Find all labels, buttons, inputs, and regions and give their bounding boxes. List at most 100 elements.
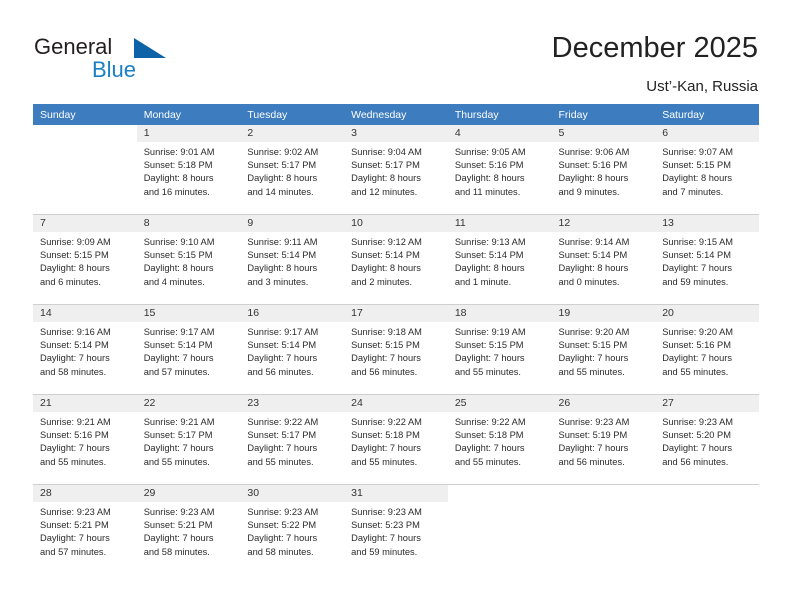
calendar-cell[interactable]: 22 Sunrise: 9:21 AM Sunset: 5:17 PM Dayl… [136, 394, 241, 485]
calendar-cell[interactable]: 8 Sunrise: 9:10 AM Sunset: 5:15 PM Dayli… [136, 214, 241, 305]
day-number: 30 [240, 485, 345, 502]
calendar-cell[interactable]: 28 Sunrise: 9:23 AM Sunset: 5:21 PM Dayl… [33, 484, 137, 574]
calendar-cell[interactable] [551, 484, 656, 574]
calendar-cell[interactable]: 5 Sunrise: 9:06 AM Sunset: 5:16 PM Dayli… [551, 125, 656, 215]
day-header-friday: Friday [551, 104, 656, 125]
day-cell-empty [655, 485, 759, 574]
sunrise-text: Sunrise: 9:22 AM [454, 417, 526, 427]
sunrise-text: Sunrise: 9:22 AM [351, 417, 422, 427]
day-number: 12 [551, 215, 656, 232]
day-cell: 8 Sunrise: 9:10 AM Sunset: 5:15 PM Dayli… [136, 215, 241, 304]
sunset-text: Sunset: 5:15 PM [454, 340, 524, 351]
calendar-cell[interactable]: 29 Sunrise: 9:23 AM Sunset: 5:21 PM Dayl… [136, 484, 241, 574]
calendar-cell[interactable]: 21 Sunrise: 9:21 AM Sunset: 5:16 PM Dayl… [33, 394, 137, 485]
daylight-text-line1: Daylight: 7 hours [40, 533, 110, 544]
sunrise-text: Sunrise: 9:22 AM [247, 417, 319, 427]
day-number: 27 [655, 395, 759, 412]
daylight-text-line2: and 56 minutes. [247, 366, 314, 377]
sunrise-text: Sunrise: 9:23 AM [558, 417, 630, 427]
calendar-cell[interactable] [33, 125, 137, 215]
daylight-text-line2: and 55 minutes. [351, 456, 418, 467]
calendar-cell[interactable]: 13 Sunrise: 9:15 AM Sunset: 5:14 PM Dayl… [655, 214, 759, 305]
day-cell: 26 Sunrise: 9:23 AM Sunset: 5:19 PM Dayl… [551, 395, 656, 484]
day-cell: 24 Sunrise: 9:22 AM Sunset: 5:18 PM Dayl… [344, 395, 448, 484]
sunrise-sunset-calendar-table: Sunday Monday Tuesday Wednesday Thursday… [33, 104, 759, 574]
daylight-text-line2: and 4 minutes. [143, 276, 205, 287]
sunset-text: Sunset: 5:19 PM [558, 430, 628, 441]
day-cell: 31 Sunrise: 9:23 AM Sunset: 5:23 PM Dayl… [344, 485, 448, 574]
page-header: General Blue December 2025 Ust’-Kan, Rus… [0, 0, 792, 100]
day-cell: 23 Sunrise: 9:22 AM Sunset: 5:17 PM Dayl… [240, 395, 345, 484]
daylight-text-line1: Daylight: 8 hours [558, 263, 629, 274]
calendar-cell[interactable]: 17 Sunrise: 9:18 AM Sunset: 5:15 PM Dayl… [344, 304, 448, 395]
day-details: Sunrise: 9:09 AM Sunset: 5:15 PM Dayligh… [33, 232, 137, 289]
day-cell: 21 Sunrise: 9:21 AM Sunset: 5:16 PM Dayl… [33, 395, 137, 484]
daylight-text-line1: Daylight: 8 hours [454, 173, 525, 184]
sunset-text: Sunset: 5:16 PM [40, 430, 109, 441]
daylight-text-line2: and 58 minutes. [143, 546, 210, 557]
calendar-cell[interactable]: 23 Sunrise: 9:22 AM Sunset: 5:17 PM Dayl… [240, 394, 345, 485]
daylight-text-line2: and 7 minutes. [662, 186, 724, 197]
day-number: 4 [447, 125, 552, 142]
daylight-text-line1: Daylight: 8 hours [662, 173, 732, 184]
week-row: 21 Sunrise: 9:21 AM Sunset: 5:16 PM Dayl… [33, 394, 759, 485]
day-cell: 19 Sunrise: 9:20 AM Sunset: 5:15 PM Dayl… [551, 305, 656, 394]
calendar-cell[interactable]: 4 Sunrise: 9:05 AM Sunset: 5:16 PM Dayli… [447, 125, 552, 215]
daylight-text-line2: and 57 minutes. [143, 366, 210, 377]
day-cell: 11 Sunrise: 9:13 AM Sunset: 5:14 PM Dayl… [447, 215, 552, 304]
calendar-cell[interactable]: 24 Sunrise: 9:22 AM Sunset: 5:18 PM Dayl… [344, 394, 448, 485]
general-blue-logo[interactable]: General Blue [34, 34, 214, 88]
daylight-text-line1: Daylight: 8 hours [454, 263, 525, 274]
calendar-cell[interactable]: 31 Sunrise: 9:23 AM Sunset: 5:23 PM Dayl… [344, 484, 448, 574]
calendar-cell[interactable]: 12 Sunrise: 9:14 AM Sunset: 5:14 PM Dayl… [551, 214, 656, 305]
calendar-cell[interactable]: 2 Sunrise: 9:02 AM Sunset: 5:17 PM Dayli… [240, 125, 345, 215]
calendar-cell[interactable]: 1 Sunrise: 9:01 AM Sunset: 5:18 PM Dayli… [136, 125, 241, 215]
day-number: 3 [344, 125, 448, 142]
calendar-cell[interactable]: 14 Sunrise: 9:16 AM Sunset: 5:14 PM Dayl… [33, 304, 137, 395]
calendar-cell[interactable]: 9 Sunrise: 9:11 AM Sunset: 5:14 PM Dayli… [240, 214, 345, 305]
day-details: Sunrise: 9:12 AM Sunset: 5:14 PM Dayligh… [344, 232, 448, 289]
day-details: Sunrise: 9:16 AM Sunset: 5:14 PM Dayligh… [33, 322, 137, 379]
daylight-text-line2: and 59 minutes. [662, 276, 729, 287]
calendar-cell[interactable]: 15 Sunrise: 9:17 AM Sunset: 5:14 PM Dayl… [136, 304, 241, 395]
day-number: 5 [551, 125, 656, 142]
sunrise-text: Sunrise: 9:23 AM [143, 507, 215, 517]
calendar-cell[interactable]: 3 Sunrise: 9:04 AM Sunset: 5:17 PM Dayli… [344, 125, 448, 215]
calendar-cell[interactable] [447, 484, 552, 574]
sunrise-text: Sunrise: 9:19 AM [454, 327, 526, 337]
calendar-cell[interactable]: 30 Sunrise: 9:23 AM Sunset: 5:22 PM Dayl… [240, 484, 345, 574]
daylight-text-line1: Daylight: 7 hours [40, 443, 110, 454]
week-row: 14 Sunrise: 9:16 AM Sunset: 5:14 PM Dayl… [33, 304, 759, 395]
sunset-text: Sunset: 5:16 PM [662, 340, 731, 351]
day-cell-empty [33, 125, 137, 214]
day-number: 11 [447, 215, 552, 232]
calendar-body: 1 Sunrise: 9:01 AM Sunset: 5:18 PM Dayli… [33, 125, 759, 574]
daylight-text-line1: Daylight: 7 hours [454, 353, 525, 364]
sunrise-text: Sunrise: 9:17 AM [143, 327, 215, 337]
sunrise-text: Sunrise: 9:02 AM [247, 147, 319, 157]
calendar-cell[interactable]: 26 Sunrise: 9:23 AM Sunset: 5:19 PM Dayl… [551, 394, 656, 485]
calendar-cell[interactable]: 16 Sunrise: 9:17 AM Sunset: 5:14 PM Dayl… [240, 304, 345, 395]
sunset-text: Sunset: 5:17 PM [247, 430, 317, 441]
day-cell-empty [551, 485, 656, 574]
calendar-cell[interactable] [655, 484, 759, 574]
calendar-cell[interactable]: 18 Sunrise: 9:19 AM Sunset: 5:15 PM Dayl… [447, 304, 552, 395]
calendar-cell[interactable]: 7 Sunrise: 9:09 AM Sunset: 5:15 PM Dayli… [33, 214, 137, 305]
day-number [447, 485, 552, 502]
sunrise-text: Sunrise: 9:10 AM [143, 237, 215, 247]
day-cell: 27 Sunrise: 9:23 AM Sunset: 5:20 PM Dayl… [655, 395, 759, 484]
calendar-cell[interactable]: 11 Sunrise: 9:13 AM Sunset: 5:14 PM Dayl… [447, 214, 552, 305]
calendar-cell[interactable]: 25 Sunrise: 9:22 AM Sunset: 5:18 PM Dayl… [447, 394, 552, 485]
daylight-text-line1: Daylight: 7 hours [143, 353, 214, 364]
daylight-text-line2: and 0 minutes. [558, 276, 620, 287]
calendar-cell[interactable]: 19 Sunrise: 9:20 AM Sunset: 5:15 PM Dayl… [551, 304, 656, 395]
day-number: 14 [33, 305, 137, 322]
day-details: Sunrise: 9:01 AM Sunset: 5:18 PM Dayligh… [137, 142, 241, 199]
sunrise-text: Sunrise: 9:23 AM [351, 507, 422, 517]
day-details: Sunrise: 9:07 AM Sunset: 5:15 PM Dayligh… [655, 142, 759, 199]
calendar-cell[interactable]: 27 Sunrise: 9:23 AM Sunset: 5:20 PM Dayl… [655, 394, 759, 485]
sunset-text: Sunset: 5:16 PM [454, 160, 524, 171]
calendar-cell[interactable]: 10 Sunrise: 9:12 AM Sunset: 5:14 PM Dayl… [344, 214, 448, 305]
calendar-cell[interactable]: 6 Sunrise: 9:07 AM Sunset: 5:15 PM Dayli… [655, 125, 759, 215]
calendar-cell[interactable]: 20 Sunrise: 9:20 AM Sunset: 5:16 PM Dayl… [655, 304, 759, 395]
